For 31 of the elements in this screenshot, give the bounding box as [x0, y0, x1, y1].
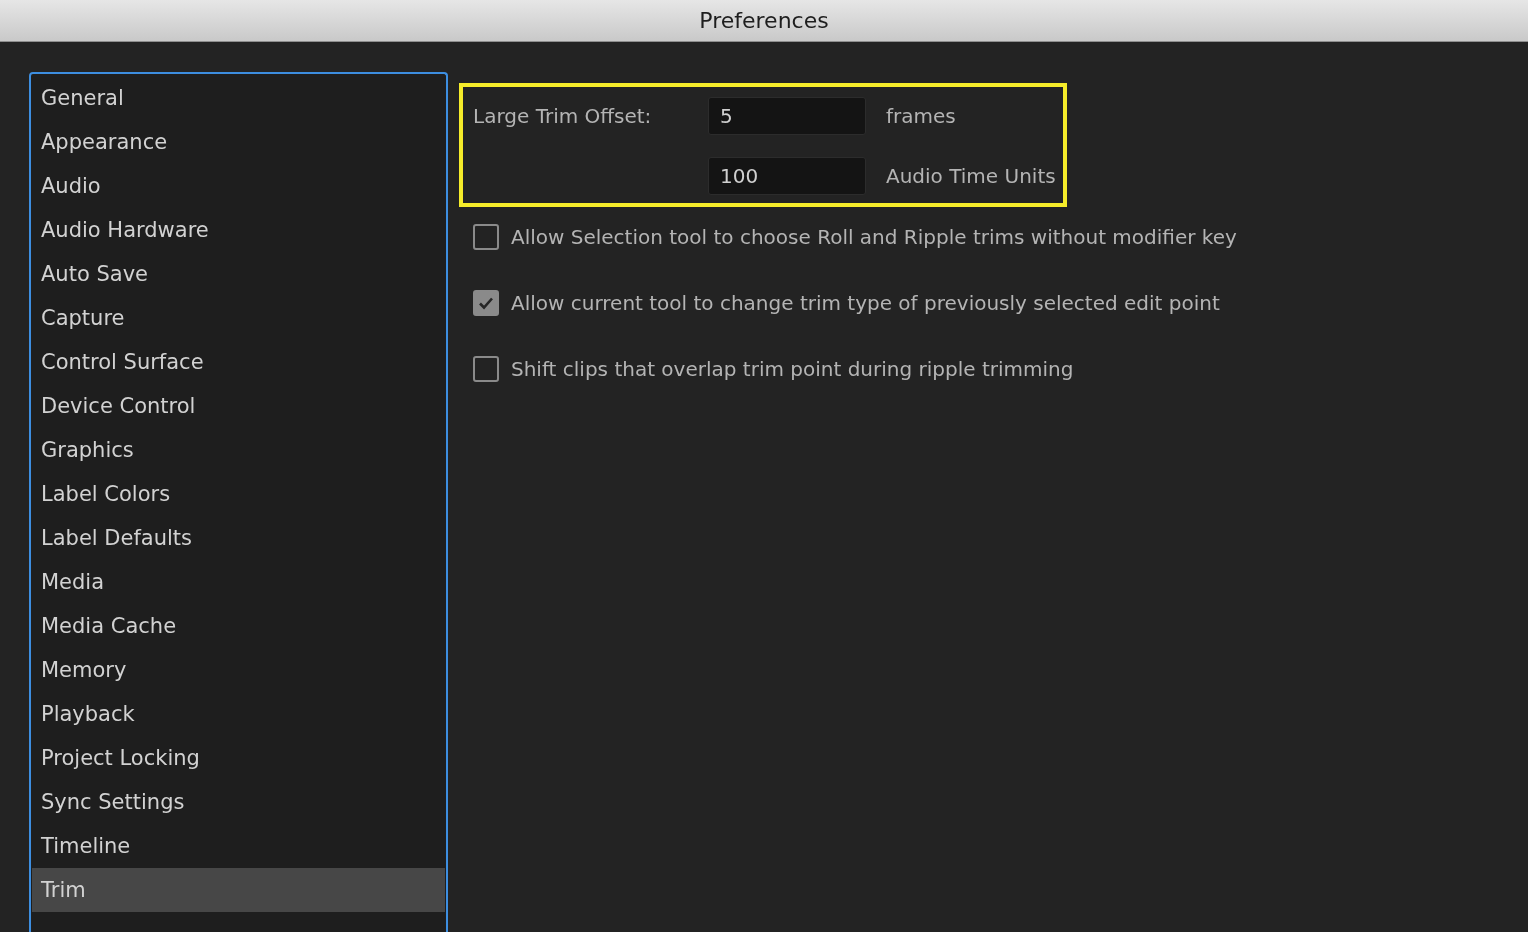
unit-label: frames [886, 104, 957, 128]
checkbox-label: Allow Selection tool to choose Roll and Ripple trims without modifier key [511, 225, 1237, 249]
input-field[interactable]: 100 [708, 157, 866, 195]
field-label: Large Trim Offset: [473, 104, 653, 128]
category-item[interactable]: Media Cache [32, 604, 445, 648]
category-item[interactable]: Timeline [32, 824, 445, 868]
checkbox[interactable] [473, 356, 499, 382]
category-item[interactable]: Audio [32, 164, 445, 208]
category-item[interactable]: Capture [32, 296, 445, 340]
checkbox-label: Allow current tool to change trim type of previously selected edit point [511, 291, 1220, 315]
category-item[interactable]: Label Defaults [32, 516, 445, 560]
category-item[interactable]: General [32, 76, 445, 120]
checkbox[interactable] [473, 290, 499, 316]
category-item[interactable]: Media [32, 560, 445, 604]
checkbox-label: Shift clips that overlap trim point during ripple trimming [511, 357, 1074, 381]
category-item[interactable]: Appearance [32, 120, 445, 164]
window-title: Preferences [699, 8, 829, 33]
category-item[interactable]: Control Surface [32, 340, 445, 384]
category-item[interactable]: Project Locking [32, 736, 445, 780]
category-item[interactable]: Graphics [32, 428, 445, 472]
unit-label: Audio Time Units [886, 164, 1056, 188]
category-item[interactable]: Memory [32, 648, 445, 692]
category-item[interactable]: Trim [32, 868, 445, 912]
category-item[interactable]: Playback [32, 692, 445, 736]
category-item[interactable]: Sync Settings [32, 780, 445, 824]
category-item[interactable]: Auto Save [32, 252, 445, 296]
category-item[interactable]: Label Colors [32, 472, 445, 516]
category-item[interactable]: Audio Hardware [32, 208, 445, 252]
category-item[interactable]: Device Control [32, 384, 445, 428]
checkbox[interactable] [473, 224, 499, 250]
input-field[interactable]: 5 [708, 97, 866, 135]
